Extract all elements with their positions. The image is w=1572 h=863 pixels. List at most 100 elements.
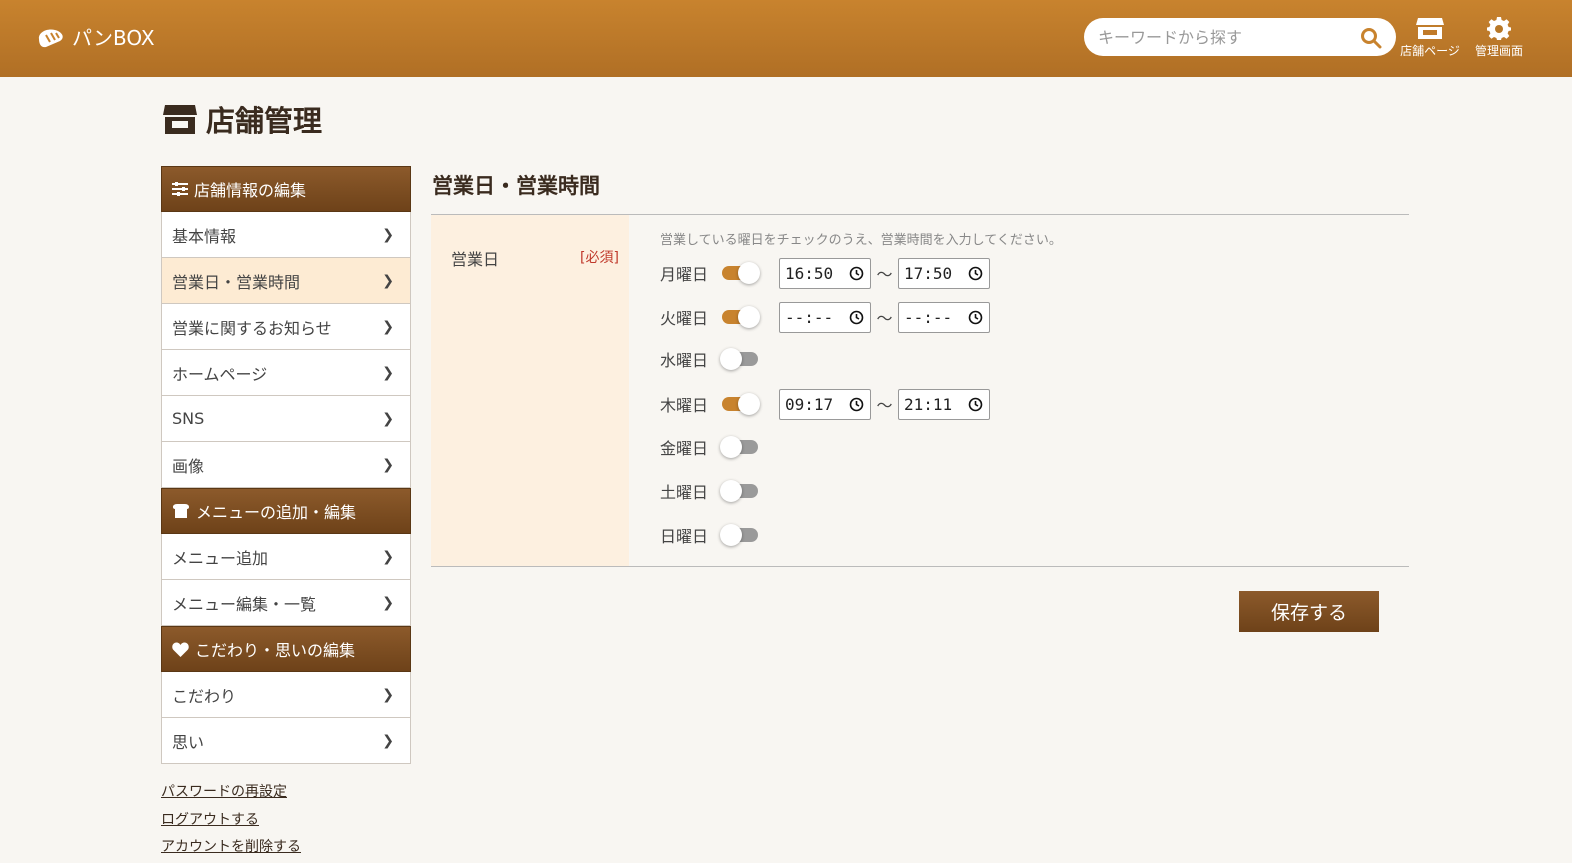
clock-icon <box>849 397 864 411</box>
store-icon <box>163 105 197 134</box>
admin-link[interactable]: 管理画面 <box>1470 16 1528 59</box>
day-row-wednesday: 水曜日 <box>660 344 758 374</box>
open-time-input[interactable]: 09:17 <box>779 388 871 420</box>
time-range: --:-- 〜 --:-- <box>779 301 990 333</box>
password-reset-link[interactable]: パスワードの再設定 <box>161 782 301 810</box>
sidebar-item-label: メニュー追加 <box>172 548 269 568</box>
required-badge: [必須] <box>580 250 619 266</box>
day-name: 土曜日 <box>660 483 709 502</box>
sidebar-item-basic-info[interactable]: 基本情報 ❯ <box>161 212 411 258</box>
clock-icon <box>968 266 983 280</box>
clock-icon <box>968 397 983 411</box>
day-name: 火曜日 <box>660 309 709 328</box>
open-time-input[interactable]: 16:50 <box>779 257 871 289</box>
heart-icon <box>172 642 189 657</box>
sidebar-item-images[interactable]: 画像 ❯ <box>161 442 411 488</box>
chevron-right-icon: ❯ <box>382 272 394 289</box>
close-time-input[interactable]: 21:11 <box>898 388 990 420</box>
day-row-thursday: 木曜日 09:17 〜 21:11 <box>660 388 990 420</box>
sidebar-item-label: メニュー編集・一覧 <box>172 594 317 614</box>
sidebar-section-title: こだわり・思いの編集 <box>195 641 356 660</box>
top-header: パンBOX 店舗ページ 管理画面 <box>0 0 1572 77</box>
field-label-cell: 営業日 [必須] <box>431 215 629 566</box>
sidebar-item-label: 営業に関するお知らせ <box>172 318 332 338</box>
chevron-right-icon: ❯ <box>382 318 394 335</box>
chevron-right-icon: ❯ <box>382 548 394 565</box>
day-toggle[interactable] <box>720 524 758 546</box>
clock-icon <box>968 310 983 324</box>
day-row-friday: 金曜日 <box>660 432 758 462</box>
save-button[interactable]: 保存する <box>1239 591 1379 632</box>
bread-logo-icon <box>38 29 63 47</box>
store-page-label: 店舗ページ <box>1400 44 1460 58</box>
time-value: --:-- <box>904 307 953 327</box>
range-separator: 〜 <box>876 265 893 284</box>
day-name: 水曜日 <box>660 351 709 370</box>
day-name: 月曜日 <box>660 265 709 284</box>
time-value: 17:50 <box>904 263 953 283</box>
sidebar-item-homepage[interactable]: ホームページ ❯ <box>161 350 411 396</box>
chevron-right-icon: ❯ <box>382 410 394 427</box>
sidebar-item-label: SNS <box>172 409 205 428</box>
section-title: 営業日・営業時間 <box>432 174 600 198</box>
day-toggle[interactable] <box>722 393 760 415</box>
sidebar-item-commitment[interactable]: こだわり ❯ <box>161 672 411 718</box>
page-title-text: 店舗管理 <box>206 104 323 138</box>
day-toggle[interactable] <box>720 348 758 370</box>
sidebar-section-store-info: 店舗情報の編集 <box>161 166 411 212</box>
day-toggle[interactable] <box>720 436 758 458</box>
sidebar-section-commitment: こだわり・思いの編集 <box>161 626 411 672</box>
sidebar: 店舗情報の編集 基本情報 ❯ 営業日・営業時間 ❯ 営業に関するお知らせ ❯ ホ… <box>161 166 411 764</box>
sidebar-section-title: 店舗情報の編集 <box>194 181 307 200</box>
sidebar-item-label: 営業日・営業時間 <box>172 272 301 292</box>
chevron-right-icon: ❯ <box>382 456 394 473</box>
time-value: 09:17 <box>785 394 834 414</box>
day-name: 金曜日 <box>660 439 709 458</box>
sidebar-item-business-notice[interactable]: 営業に関するお知らせ ❯ <box>161 304 411 350</box>
day-toggle[interactable] <box>722 306 760 328</box>
chevron-right-icon: ❯ <box>382 594 394 611</box>
logo-text: パンBOX <box>72 26 155 50</box>
day-name: 木曜日 <box>660 396 709 415</box>
sidebar-item-thoughts[interactable]: 思い ❯ <box>161 718 411 764</box>
sliders-icon <box>172 182 188 196</box>
site-logo[interactable]: パンBOX <box>36 22 155 51</box>
gear-icon <box>1487 17 1511 40</box>
day-toggle[interactable] <box>722 262 760 284</box>
sidebar-item-label: 思い <box>172 732 205 752</box>
logout-link[interactable]: ログアウトする <box>161 810 301 838</box>
open-time-input[interactable]: --:-- <box>779 301 871 333</box>
time-value: 21:11 <box>904 394 953 414</box>
delete-account-link[interactable]: アカウントを削除する <box>161 837 301 863</box>
search-icon[interactable] <box>1360 27 1382 49</box>
time-range: 16:50 〜 17:50 <box>779 257 990 289</box>
sidebar-item-edit-menu[interactable]: メニュー編集・一覧 ❯ <box>161 580 411 626</box>
page-title: 店舗管理 <box>162 98 322 140</box>
day-name: 日曜日 <box>660 527 709 546</box>
time-value: 16:50 <box>785 263 834 283</box>
chevron-right-icon: ❯ <box>382 226 394 243</box>
day-toggle[interactable] <box>720 480 758 502</box>
search-input[interactable] <box>1098 18 1348 56</box>
clock-icon <box>849 266 864 280</box>
store-page-link[interactable]: 店舗ページ <box>1396 16 1464 59</box>
close-time-input[interactable]: --:-- <box>898 301 990 333</box>
sidebar-item-label: ホームページ <box>172 364 268 384</box>
chevron-right-icon: ❯ <box>382 364 394 381</box>
sidebar-item-add-menu[interactable]: メニュー追加 ❯ <box>161 534 411 580</box>
sidebar-item-business-hours[interactable]: 営業日・営業時間 ❯ <box>161 258 411 304</box>
bread-icon <box>172 504 190 518</box>
field-label: 営業日 <box>451 250 500 269</box>
chevron-right-icon: ❯ <box>382 686 394 703</box>
close-time-input[interactable]: 17:50 <box>898 257 990 289</box>
sidebar-item-label: 画像 <box>172 456 205 476</box>
form-hint: 営業している曜日をチェックのうえ、営業時間を入力してください。 <box>660 233 1062 248</box>
store-icon <box>1416 18 1444 39</box>
admin-label: 管理画面 <box>1474 44 1523 58</box>
sidebar-section-menu: メニューの追加・編集 <box>161 488 411 534</box>
sidebar-item-sns[interactable]: SNS ❯ <box>161 396 411 442</box>
sidebar-section-title: メニューの追加・編集 <box>196 503 357 522</box>
sidebar-item-label: こだわり <box>172 686 237 706</box>
day-row-monday: 月曜日 16:50 〜 17:50 <box>660 257 990 289</box>
business-days-form: 営業日 [必須] 営業している曜日をチェックのうえ、営業時間を入力してください。… <box>431 214 1409 567</box>
